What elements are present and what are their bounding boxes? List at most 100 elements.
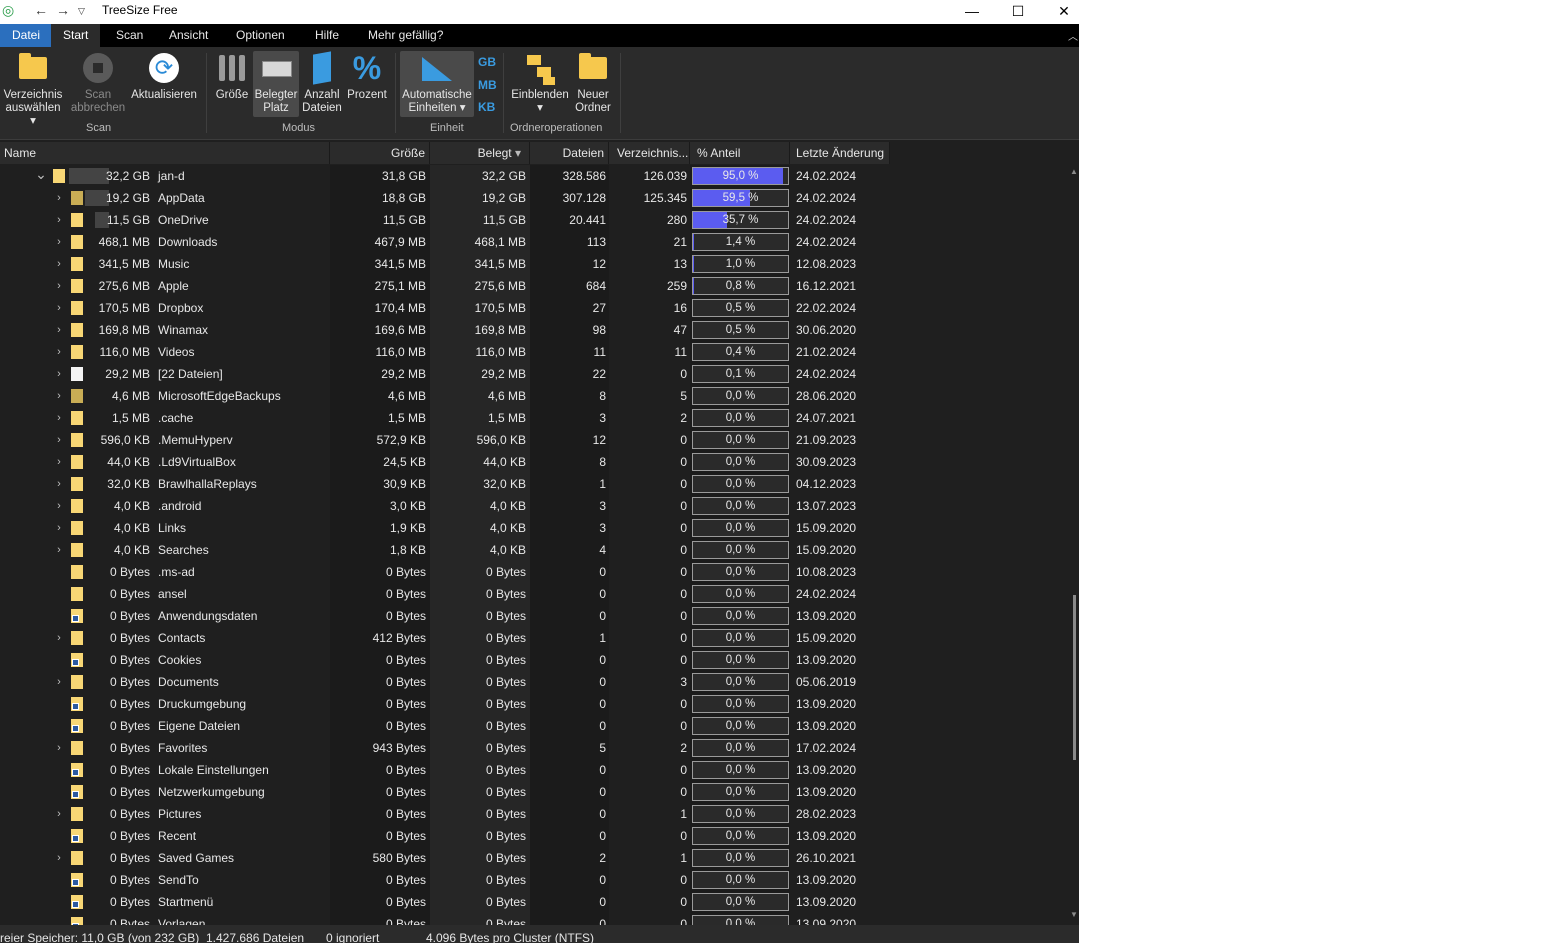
table-row[interactable]: › 44,0 KB .Ld9VirtualBox 24,5 KB 44,0 KB 8 0 0,… (0, 451, 1069, 473)
row-name: OneDrive (158, 213, 209, 227)
table-row[interactable]: › 32,0 KB BrawlhallaReplays 30,9 KB 32,0 KB 1… (0, 473, 1069, 495)
unit-mb-button[interactable]: MB (478, 78, 497, 92)
table-row[interactable]: 0 Bytes Cookies 0 Bytes 0 Bytes 0 0 0,0 % 13.09… (0, 649, 1069, 671)
table-row[interactable]: 0 Bytes Vorlagen 0 Bytes 0 Bytes 0 0 0,0 % 13.0… (0, 913, 1069, 925)
row-name: BrawlhallaReplays (158, 477, 257, 491)
percent-bar: 0,8 % (692, 277, 789, 295)
table-row[interactable]: › 1,5 MB .cache 1,5 MB 1,5 MB 3 2 0,0 % 24.07.20… (0, 407, 1069, 429)
tab-ansicht[interactable]: Ansicht (157, 24, 220, 47)
column-percent[interactable]: % Anteil (Belegt) (690, 142, 790, 182)
table-row[interactable]: › 341,5 MB Music 341,5 MB 341,5 MB 12 13 1,0 % 1… (0, 253, 1069, 275)
table-row[interactable]: 0 Bytes ansel 0 Bytes 0 Bytes 0 0 0,0 % 24.02.2… (0, 583, 1069, 605)
auto-units-button[interactable]: Automatische Einheiten ▾ (400, 51, 474, 117)
collapse-ribbon-icon[interactable]: ︿ (1068, 28, 1078, 43)
unit-kb-button[interactable]: KB (478, 100, 495, 114)
table-row[interactable]: › 596,0 KB .MemuHyperv 572,9 KB 596,0 KB 12 0 0… (0, 429, 1069, 451)
table-row[interactable]: 0 Bytes Recent 0 Bytes 0 Bytes 0 0 0,0 % 13.09.… (0, 825, 1069, 847)
minimize-button[interactable]: — (949, 0, 995, 24)
row-name: jan-d (158, 169, 185, 183)
row-size: 0 Bytes (385, 719, 426, 733)
vertical-scrollbar[interactable]: ▲ ▼ (1069, 165, 1079, 925)
table-row[interactable]: › 4,6 MB MicrosoftEdgeBackups 4,6 MB 4,6 MB 8… (0, 385, 1069, 407)
mode-used-space-button[interactable]: Belegter Platz (253, 51, 299, 117)
row-percent: 0,1 % (725, 368, 756, 380)
row-dirs: 0 (680, 609, 687, 623)
table-row[interactable]: › 169,8 MB Winamax 169,6 MB 169,8 MB 98 47 0,5 … (0, 319, 1069, 341)
back-arrow-icon[interactable]: ← (34, 2, 48, 18)
row-percent: 0,0 % (725, 632, 756, 644)
table-row[interactable]: 0 Bytes Lokale Einstellungen 0 Bytes 0 Byte… (0, 759, 1069, 781)
column-name[interactable]: Name (0, 142, 330, 164)
column-used[interactable]: Belegt ▾ (430, 142, 530, 164)
column-dirs[interactable]: Verzeichnis... (609, 142, 690, 164)
table-row[interactable]: 0 Bytes Druckumgebung 0 Bytes 0 Bytes 0 0 0,0 … (0, 693, 1069, 715)
tab-start[interactable]: Start (51, 24, 101, 47)
percent-bar: 0,0 % (692, 673, 789, 691)
table-row[interactable]: › 468,1 MB Downloads 467,9 MB 468,1 MB 113 21 1… (0, 231, 1069, 253)
row-name: Music (158, 257, 190, 271)
scroll-thumb[interactable] (1073, 595, 1076, 760)
table-row[interactable]: 0 Bytes Eigene Dateien 0 Bytes 0 Bytes 0 0 0,0… (0, 715, 1069, 737)
table-row[interactable]: › 170,5 MB Dropbox 170,4 MB 170,5 MB 27 16 0,5 … (0, 297, 1069, 319)
tab-hilfe[interactable]: Hilfe (303, 24, 351, 47)
table-row[interactable]: › 4,0 KB Links 1,9 KB 4,0 KB 3 0 0,0 % 15.09.202… (0, 517, 1069, 539)
tab-datei[interactable]: Datei (0, 24, 53, 47)
table-row[interactable]: › 19,2 GB AppData 18,8 GB 19,2 GB 307.128 125.… (0, 187, 1069, 209)
group-label-mode: Modus (282, 122, 316, 134)
stop-icon (81, 51, 115, 85)
scan-cancel-button[interactable]: Scan abbrechen (68, 51, 128, 115)
row-name: Winamax (158, 323, 209, 337)
refresh-button[interactable]: ⟳ Aktualisieren (128, 51, 200, 102)
table-row[interactable]: › 0 Bytes Documents 0 Bytes 0 Bytes 0 3 0,0 % 05… (0, 671, 1069, 693)
maximize-button[interactable]: ☐ (995, 0, 1041, 24)
column-files[interactable]: Dateien (530, 142, 609, 164)
table-row[interactable]: 0 Bytes Startmenü 0 Bytes 0 Bytes 0 0 0,0 % 13.… (0, 891, 1069, 913)
separator (620, 53, 621, 133)
table-row[interactable]: › 29,2 MB [22 Dateien] 29,2 MB 29,2 MB 22 0 0,1… (0, 363, 1069, 385)
table-row[interactable]: › 4,0 KB .android 3,0 KB 4,0 KB 3 0 0,0 % 13.07.… (0, 495, 1069, 517)
row-size: 170,4 MB (374, 301, 426, 315)
row-files: 0 (599, 697, 606, 711)
table-row[interactable]: 0 Bytes Netzwerkumgebung 0 Bytes 0 Bytes 0 0 0… (0, 781, 1069, 803)
ribbon-tabs: Datei Start Scan Ansicht Optionen Hilfe … (0, 24, 1079, 47)
scroll-down-icon[interactable]: ▼ (1070, 910, 1078, 919)
table-row[interactable]: › 0 Bytes Favorites 943 Bytes 0 Bytes 5 2 0,0 %… (0, 737, 1069, 759)
row-bytes: 0 Bytes (109, 917, 150, 925)
table-row[interactable]: › 116,0 MB Videos 116,0 MB 116,0 MB 11 11 0,4 %… (0, 341, 1069, 363)
table-row[interactable]: › 0 Bytes Saved Games 580 Bytes 0 Bytes 2 1 0,0… (0, 847, 1069, 869)
table-row[interactable]: › 275,6 MB Apple 275,1 MB 275,6 MB 684 259 0,8 … (0, 275, 1069, 297)
tab-optionen[interactable]: Optionen (224, 24, 297, 47)
forward-arrow-icon[interactable]: → (56, 2, 70, 18)
table-row[interactable]: › 4,0 KB Searches 1,8 KB 4,0 KB 4 0 0,0 % 15.09.… (0, 539, 1069, 561)
table-row[interactable]: ⌄ 32,2 GB jan-d 31,8 GB 32,2 GB 328.586 126.03… (0, 165, 1069, 187)
percent-bar: 35,7 % (692, 211, 789, 229)
row-name: Favorites (158, 741, 208, 755)
row-percent: 0,0 % (725, 720, 756, 732)
column-size[interactable]: Größe (330, 142, 430, 164)
column-modified[interactable]: Letzte Änderung (790, 142, 890, 164)
tab-scan[interactable]: Scan (104, 24, 155, 47)
row-modified: 24.02.2024 (796, 587, 857, 601)
scroll-up-icon[interactable]: ▲ (1070, 167, 1078, 176)
table-row[interactable]: 0 Bytes Anwendungsdaten 0 Bytes 0 Bytes 0 0 0,… (0, 605, 1069, 627)
separator (206, 53, 207, 133)
select-directory-button[interactable]: Verzeichnis auswählen ▾ (2, 51, 64, 128)
table-row[interactable]: 0 Bytes .ms-ad 0 Bytes 0 Bytes 0 0 0,0 % 10.08.… (0, 561, 1069, 583)
row-used: 0 Bytes (485, 917, 526, 925)
new-folder-button[interactable]: Neuer Ordner (572, 51, 614, 115)
row-files: 98 (592, 323, 606, 337)
table-row[interactable]: › 0 Bytes Pictures 0 Bytes 0 Bytes 0 1 0,0 % 28.… (0, 803, 1069, 825)
row-dirs: 2 (680, 741, 687, 755)
table-row[interactable]: › 11,5 GB OneDrive 11,5 GB 11,5 GB 20.441 280 3… (0, 209, 1069, 231)
mode-percent-button[interactable]: % Prozent (344, 51, 390, 102)
table-row[interactable]: › 0 Bytes Contacts 412 Bytes 0 Bytes 1 0 0,0 % 1… (0, 627, 1069, 649)
close-button[interactable]: ✕ (1041, 0, 1079, 24)
table-row[interactable]: 0 Bytes SendTo 0 Bytes 0 Bytes 0 0 0,0 % 13.09.… (0, 869, 1069, 891)
quick-access-dropdown-icon[interactable]: ▽ (78, 6, 85, 17)
row-bytes: 341,5 MB (98, 257, 150, 271)
unit-gb-button[interactable]: GB (478, 55, 496, 69)
show-hide-button[interactable]: Einblenden ▾ (508, 51, 572, 115)
mode-file-count-button[interactable]: Anzahl Dateien (300, 51, 344, 115)
tab-mehr-gefaellig[interactable]: Mehr gefällig? (356, 24, 455, 47)
mode-size-button[interactable]: Größe (212, 51, 252, 102)
